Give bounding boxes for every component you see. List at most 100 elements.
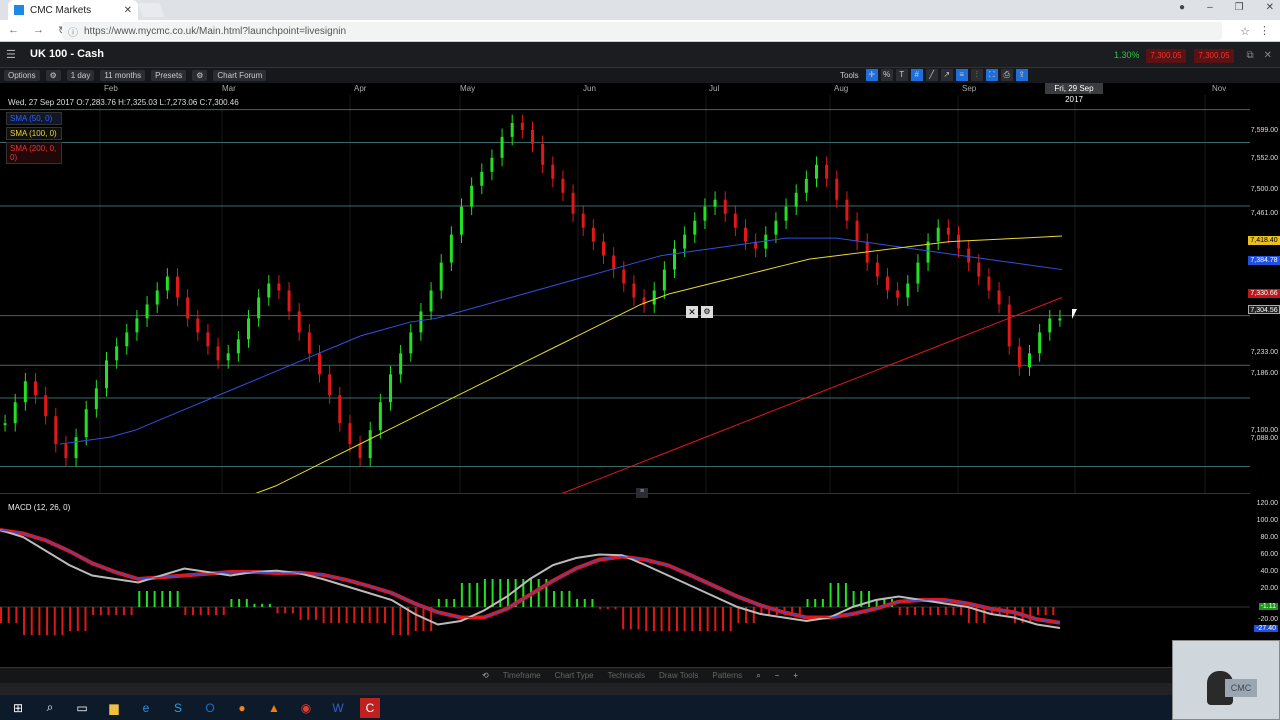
presets-button[interactable]: Presets bbox=[151, 70, 187, 81]
grid-icon[interactable]: # bbox=[910, 69, 923, 81]
macd-level: 20.00 bbox=[1260, 585, 1278, 592]
macd-histogram-bar bbox=[453, 599, 456, 607]
channel-icon[interactable]: ≡ bbox=[955, 69, 968, 81]
tools-label[interactable]: Tools bbox=[840, 71, 859, 80]
zoom-icon[interactable]: ⌕ bbox=[756, 671, 760, 681]
info-icon[interactable]: ⓘ bbox=[68, 24, 78, 39]
price-chart[interactable] bbox=[0, 95, 1250, 493]
sell-price-button[interactable]: 7,300.05 bbox=[1146, 49, 1186, 63]
popout-icon[interactable]: ⧉ bbox=[1246, 50, 1253, 61]
macd-histogram-bar bbox=[322, 607, 325, 623]
share-icon[interactable]: ⇪ bbox=[1015, 69, 1028, 81]
legend-sma100[interactable]: SMA (100, 0) bbox=[6, 127, 62, 140]
candle-body bbox=[328, 374, 332, 396]
explorer-icon[interactable]: ▆ bbox=[104, 698, 124, 718]
macd-histogram-bar bbox=[307, 607, 310, 620]
macd-level: 120.00 bbox=[1256, 500, 1278, 507]
pane-divider[interactable] bbox=[0, 493, 1250, 501]
text-icon[interactable]: T bbox=[895, 69, 908, 81]
close-tab-icon[interactable]: ✕ bbox=[124, 5, 132, 16]
macd-histogram-bar bbox=[499, 579, 502, 607]
edge-icon[interactable]: e bbox=[136, 698, 156, 718]
macd-histogram-bar bbox=[583, 599, 586, 607]
start-icon[interactable]: ⊞ bbox=[8, 698, 28, 718]
settings-icon[interactable]: ⚙ bbox=[45, 70, 61, 81]
task-view-icon[interactable]: ▭ bbox=[72, 698, 92, 718]
resize-grip-icon[interactable]: ≡ bbox=[636, 488, 648, 498]
sma200-price-badge: 7,330.66 bbox=[1248, 289, 1280, 298]
fib-icon[interactable]: ⫶ bbox=[970, 69, 983, 81]
candle-body bbox=[449, 234, 453, 263]
line-icon[interactable]: ╱ bbox=[925, 69, 938, 81]
fullscreen-icon[interactable]: ⛶ bbox=[985, 69, 998, 81]
macd-histogram-bar bbox=[30, 607, 33, 635]
macd-histogram-bar bbox=[61, 607, 64, 635]
chart-type-tab[interactable]: Chart Type bbox=[555, 671, 594, 680]
candle-body bbox=[804, 178, 808, 193]
macd-histogram-bar bbox=[330, 607, 333, 623]
macd-histogram-bar bbox=[752, 607, 755, 623]
bookmark-star-icon[interactable]: ☆ bbox=[1240, 25, 1250, 38]
cmc-icon[interactable]: C bbox=[360, 697, 380, 718]
browser-tab[interactable]: CMC Markets ✕ bbox=[8, 0, 138, 20]
candle-body bbox=[439, 262, 443, 291]
vlc-icon[interactable]: ▲ bbox=[264, 698, 284, 718]
menu-icon[interactable]: ☰ bbox=[6, 48, 16, 61]
draw-tools-tab[interactable]: Draw Tools bbox=[659, 671, 698, 680]
buy-price-button[interactable]: 7,300.05 bbox=[1194, 49, 1234, 63]
interval-select[interactable]: 1 day bbox=[66, 70, 95, 81]
zoom-out-icon[interactable]: − bbox=[775, 671, 780, 680]
macd-histogram-bar bbox=[138, 591, 141, 607]
macd-histogram-bar bbox=[153, 591, 156, 607]
delete-line-icon[interactable]: ✕ bbox=[686, 306, 698, 318]
macd-histogram-bar bbox=[230, 599, 233, 607]
zoom-in-icon[interactable]: + bbox=[793, 671, 798, 680]
candle-body bbox=[784, 206, 788, 221]
patterns-tab[interactable]: Patterns bbox=[712, 671, 742, 680]
skype-icon[interactable]: S bbox=[168, 698, 188, 718]
close-window-icon[interactable]: ✕ bbox=[1266, 2, 1274, 13]
trend-icon[interactable]: ↗ bbox=[940, 69, 953, 81]
chrome-icon[interactable]: ◉ bbox=[296, 698, 316, 718]
new-tab-button[interactable] bbox=[137, 3, 165, 17]
chart-forum-button[interactable]: Chart Forum bbox=[213, 70, 267, 81]
candle-body bbox=[389, 374, 392, 403]
macd-histogram-bar bbox=[967, 607, 970, 623]
legend-sma200[interactable]: SMA (200, 0, 0) bbox=[6, 142, 62, 164]
macd-histogram-bar bbox=[168, 591, 171, 607]
line-settings-icon[interactable]: ⚙ bbox=[701, 306, 713, 318]
timeframe-tab[interactable]: Timeframe bbox=[503, 671, 541, 680]
macd-histogram-bar bbox=[337, 607, 340, 623]
back-icon[interactable]: ← bbox=[8, 24, 19, 37]
firefox-icon[interactable]: ● bbox=[232, 698, 252, 718]
outlook-icon[interactable]: O bbox=[200, 698, 220, 718]
candle-body bbox=[460, 206, 463, 235]
profile-icon[interactable]: ● bbox=[1179, 2, 1185, 13]
legend-sma50[interactable]: SMA (50, 0) bbox=[6, 112, 62, 125]
close-panel-icon[interactable]: ✕ bbox=[1264, 50, 1272, 61]
address-bar[interactable]: ⓘ https://www.mycmc.co.uk/Main.html?laun… bbox=[62, 22, 1222, 40]
search-icon[interactable]: ⌕ bbox=[40, 698, 60, 718]
undo-icon[interactable]: ⟲ bbox=[482, 671, 489, 680]
macd-histogram-bar bbox=[376, 607, 379, 623]
macd-chart[interactable] bbox=[0, 512, 1250, 667]
forward-icon[interactable]: → bbox=[33, 24, 44, 37]
macd-histogram-bar bbox=[399, 607, 402, 635]
candle-body bbox=[1038, 332, 1042, 354]
macd-histogram-bar bbox=[706, 607, 709, 631]
chart-settings-icon[interactable]: ⚙ bbox=[192, 70, 208, 81]
crosshair-icon[interactable]: ✛ bbox=[865, 69, 878, 81]
word-icon[interactable]: W bbox=[328, 698, 348, 718]
range-select[interactable]: 11 months bbox=[100, 70, 146, 81]
restore-icon[interactable]: ❐ bbox=[1235, 2, 1244, 13]
candle-body bbox=[64, 444, 68, 459]
print-icon[interactable]: ⎙ bbox=[1000, 69, 1013, 81]
month-label: May bbox=[460, 84, 476, 93]
browser-menu-icon[interactable]: ⋮ bbox=[1259, 24, 1270, 37]
percent-icon[interactable]: % bbox=[880, 69, 893, 81]
technicals-tab[interactable]: Technicals bbox=[608, 671, 645, 680]
minimize-icon[interactable]: – bbox=[1207, 2, 1213, 13]
candle-body bbox=[794, 192, 798, 207]
candle-body bbox=[399, 353, 403, 375]
options-menu[interactable]: Options bbox=[4, 70, 40, 81]
